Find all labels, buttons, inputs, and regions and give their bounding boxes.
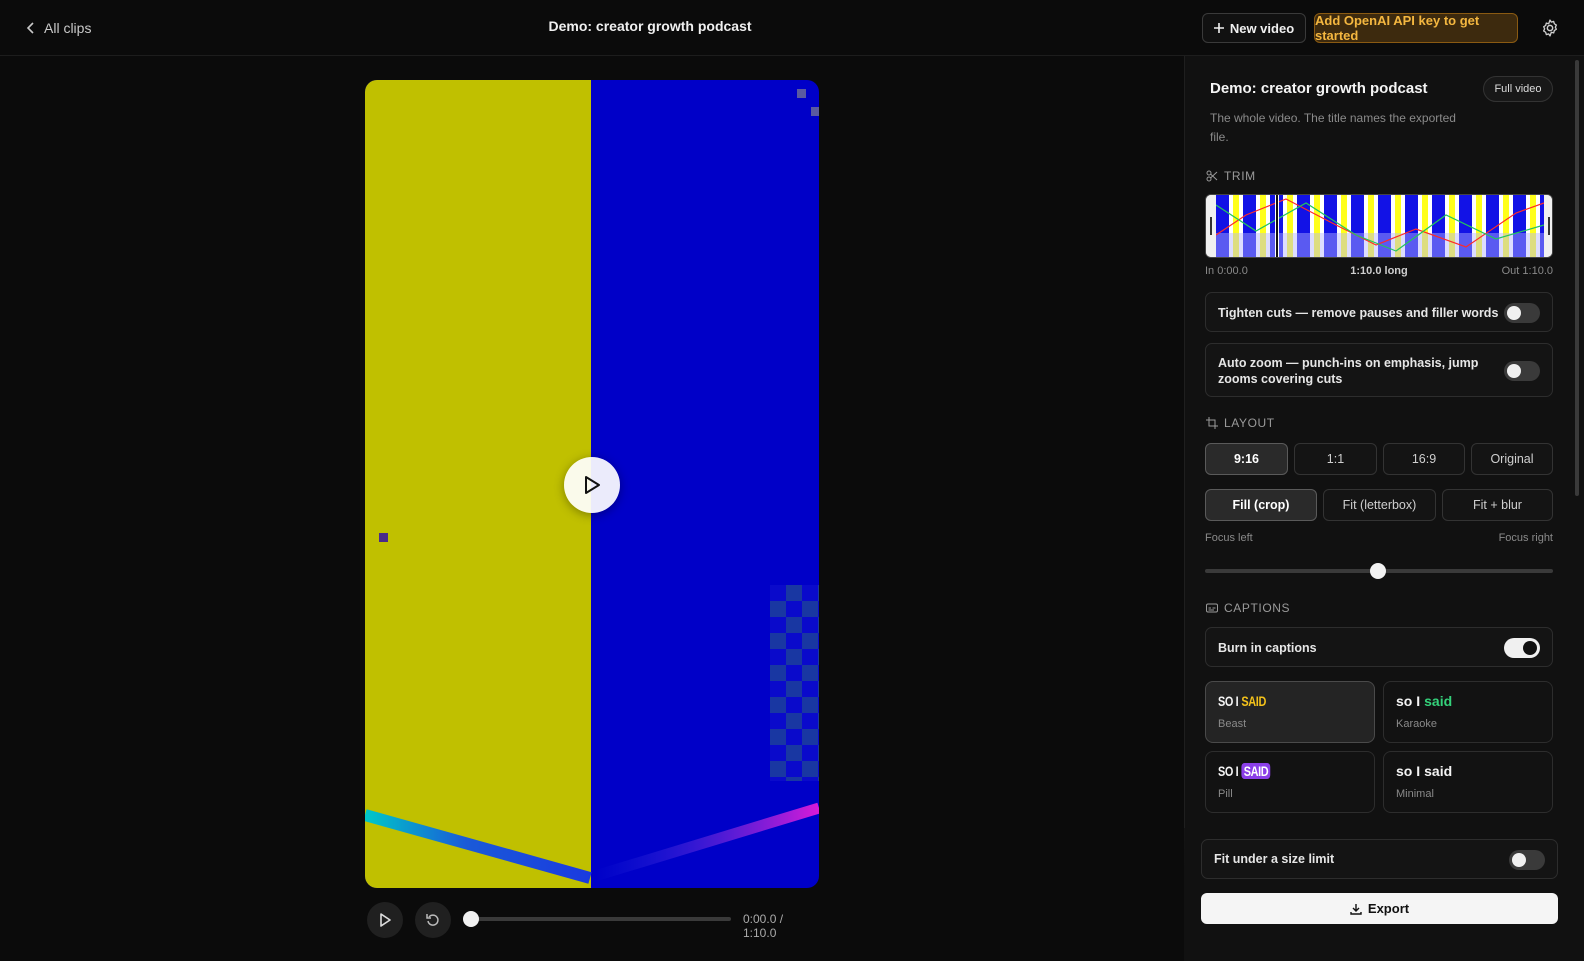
caption-style-name: Karaoke [1396, 718, 1437, 730]
scissors-icon [1206, 170, 1218, 182]
crop-icon [1206, 417, 1218, 429]
tighten-cuts-label: Tighten cuts — remove pauses and filler … [1218, 306, 1499, 320]
caption-sample-text: so I [1396, 693, 1421, 709]
caption-sample: so I said [1396, 763, 1452, 779]
caption-sample: SO I SAID [1218, 693, 1266, 709]
add-api-key-button[interactable]: Add OpenAI API key to get started [1314, 13, 1518, 43]
play-icon [380, 913, 391, 927]
top-bar: All clips Demo: creator growth podcast N… [0, 0, 1584, 56]
caption-sample-highlight: SAID [1241, 763, 1271, 779]
auto-zoom-label: Auto zoom — punch-ins on emphasis, jump … [1218, 356, 1479, 386]
caption-style-pill[interactable]: SO I SAID Pill [1205, 751, 1375, 813]
burn-in-toggle[interactable] [1504, 638, 1540, 658]
auto-zoom-toggle[interactable] [1504, 361, 1540, 381]
clip-title: Demo: creator growth podcast [1210, 80, 1428, 97]
captions-icon [1206, 603, 1218, 613]
play-overlay-button[interactable] [564, 457, 620, 513]
playback-controls: 0:00.0 / 1:10.0 [365, 900, 819, 940]
fit-blur-button[interactable]: Fit + blur [1442, 489, 1553, 521]
tighten-cuts-toggle[interactable] [1504, 303, 1540, 323]
ratio-16-9-button[interactable]: 16:9 [1383, 443, 1465, 475]
burn-in-label: Burn in captions [1218, 641, 1317, 655]
caption-style-name: Pill [1218, 788, 1233, 800]
focus-left-label: Focus left [1205, 532, 1253, 544]
full-video-badge[interactable]: Full video [1483, 76, 1553, 102]
scrubber-handle[interactable] [463, 911, 479, 927]
burn-in-row: Burn in captions [1205, 627, 1553, 667]
export-label: Export [1367, 901, 1410, 916]
caption-sample-highlight: said [1424, 763, 1453, 779]
trim-timeline[interactable] [1205, 194, 1553, 258]
playback-scrubber[interactable] [471, 917, 731, 921]
caption-sample: SO I SAID [1218, 763, 1271, 779]
clip-description: The whole video. The title names the exp… [1210, 111, 1456, 144]
tighten-cuts-row: Tighten cuts — remove pauses and filler … [1205, 292, 1553, 332]
ratio-9-16-button[interactable]: 9:16 [1205, 443, 1288, 475]
caption-style-name: Beast [1218, 718, 1247, 730]
captions-section-label: CAPTIONS [1206, 601, 1290, 615]
trim-label: TRIM [1224, 169, 1256, 183]
layout-section-label: LAYOUT [1206, 416, 1275, 430]
captions-label: CAPTIONS [1224, 601, 1291, 615]
size-limit-toggle[interactable] [1509, 850, 1545, 870]
size-limit-label: Fit under a size limit [1214, 852, 1335, 866]
trim-out-label: Out 1:10.0 [1501, 265, 1553, 277]
caption-sample-text: SO I [1218, 763, 1239, 779]
auto-zoom-row: Auto zoom — punch-ins on emphasis, jump … [1205, 343, 1553, 397]
play-button[interactable] [367, 902, 403, 938]
new-video-button[interactable]: New video [1202, 13, 1306, 43]
play-icon [585, 476, 600, 494]
focus-slider-handle[interactable] [1370, 563, 1386, 579]
new-video-label: New video [1229, 20, 1295, 36]
fit-letterbox-button[interactable]: Fit (letterbox) [1323, 489, 1436, 521]
caption-style-beast[interactable]: SO I SAID Beast [1205, 681, 1375, 743]
caption-style-minimal[interactable]: so I said Minimal [1383, 751, 1553, 813]
caption-sample-highlight: said [1424, 693, 1453, 709]
page-title: Demo: creator growth podcast [548, 18, 752, 34]
export-button[interactable]: Export [1201, 893, 1558, 924]
panel-scrollbar[interactable] [1575, 60, 1579, 496]
restart-icon [426, 914, 439, 926]
ratio-original-button[interactable]: Original [1471, 443, 1553, 475]
caption-sample-text: SO I [1218, 693, 1239, 709]
caption-sample-text: so I [1396, 763, 1421, 779]
settings-gear-icon[interactable] [1540, 18, 1560, 38]
focus-right-label: Focus right [1498, 532, 1553, 544]
trim-in-handle[interactable] [1206, 195, 1216, 257]
download-icon [1350, 903, 1362, 915]
video-preview[interactable] [365, 80, 819, 888]
trim-out-handle[interactable] [1544, 195, 1552, 257]
fit-fill-crop-button[interactable]: Fill (crop) [1205, 489, 1317, 521]
caption-style-name: Minimal [1396, 788, 1434, 800]
trim-waveform-lines [1216, 198, 1544, 252]
caption-style-karaoke[interactable]: so I said Karaoke [1383, 681, 1553, 743]
size-limit-row: Fit under a size limit [1201, 839, 1558, 879]
caption-sample-highlight: SAID [1241, 693, 1266, 709]
layout-label: LAYOUT [1224, 416, 1275, 430]
trim-meta: In 0:00.0 1:10.0 long Out 1:10.0 [1205, 265, 1553, 277]
ratio-1-1-button[interactable]: 1:1 [1294, 443, 1377, 475]
restart-button[interactable] [415, 902, 451, 938]
plus-icon [1213, 23, 1224, 33]
trim-section-label: TRIM [1206, 169, 1256, 183]
trim-playhead[interactable] [1275, 195, 1279, 257]
timecode: 0:00.0 / 1:10.0 [743, 912, 784, 940]
caption-sample: so I said [1396, 693, 1452, 709]
